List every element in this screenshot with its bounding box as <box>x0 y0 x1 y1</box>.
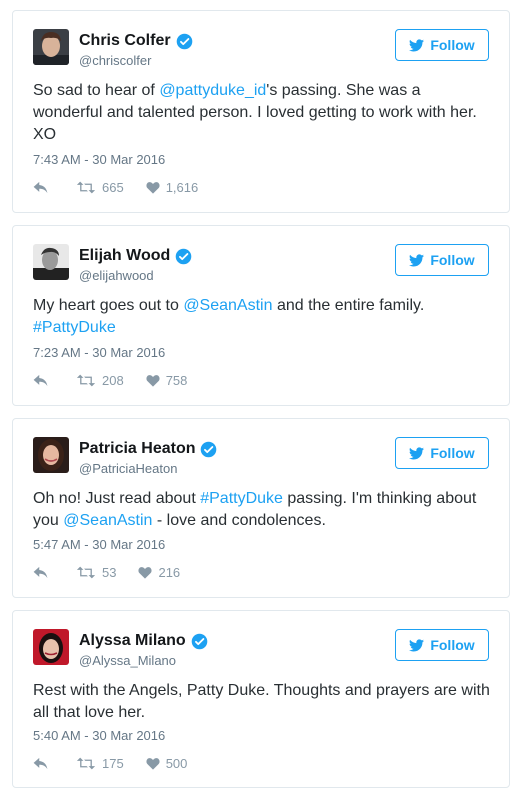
tweet-actions: 53 216 <box>33 565 202 580</box>
like-count: 500 <box>165 756 188 771</box>
reply-button[interactable] <box>33 566 54 579</box>
display-name-text: Alyssa Milano <box>79 632 186 649</box>
follow-button[interactable]: Follow <box>395 29 489 61</box>
like-button[interactable]: 500 <box>146 756 188 771</box>
heart-icon <box>146 758 160 770</box>
twitter-bird-icon <box>409 446 425 459</box>
heart-icon <box>146 375 160 387</box>
avatar[interactable] <box>33 437 69 473</box>
reply-button[interactable] <box>33 374 54 387</box>
retweet-icon <box>76 181 96 194</box>
display-name[interactable]: Patricia Heaton <box>79 440 217 458</box>
mention-link[interactable]: @SeanAstin <box>63 512 152 529</box>
display-name[interactable]: Elijah Wood <box>79 247 192 265</box>
verified-badge-icon <box>175 248 192 264</box>
like-button[interactable]: 216 <box>138 565 180 580</box>
verified-badge-icon <box>201 441 217 457</box>
timestamp[interactable]: 5:47 AM - 30 Mar 2016 <box>33 537 165 552</box>
retweet-icon <box>76 566 96 579</box>
twitter-bird-icon <box>409 253 425 266</box>
tweet-text: So sad to hear of @pattyduke_id's passin… <box>33 82 477 143</box>
avatar[interactable] <box>33 629 69 665</box>
display-name[interactable]: Chris Colfer <box>79 32 193 50</box>
verified-badge-icon <box>191 633 207 649</box>
retweet-count: 175 <box>102 756 124 771</box>
follow-button[interactable]: Follow <box>395 244 489 276</box>
display-name-text: Patricia Heaton <box>79 440 196 457</box>
twitter-bird-icon <box>409 38 425 51</box>
retweet-icon <box>76 757 96 770</box>
avatar[interactable] <box>33 244 69 280</box>
reply-icon <box>33 757 48 770</box>
mention-link[interactable]: @pattyduke_id <box>159 82 266 99</box>
reply-icon <box>33 566 48 579</box>
like-button[interactable]: 1,616 <box>146 180 199 195</box>
follow-button[interactable]: Follow <box>395 629 489 661</box>
follow-button[interactable]: Follow <box>395 437 489 469</box>
follow-label: Follow <box>430 637 475 653</box>
retweet-button[interactable]: 175 <box>76 756 124 771</box>
verified-badge-icon <box>176 33 192 49</box>
follow-label: Follow <box>430 445 475 461</box>
retweet-count: 208 <box>102 373 124 388</box>
heart-icon <box>138 567 153 579</box>
tweet-text: My heart goes out to @SeanAstin and the … <box>33 297 425 336</box>
twitter-bird-icon <box>409 638 425 651</box>
timestamp[interactable]: 5:40 AM - 30 Mar 2016 <box>33 728 165 743</box>
tweet-card: Patricia Heaton @PatriciaHeaton Follow O… <box>12 418 510 598</box>
tweet-card: Chris Colfer @chriscolfer Follow So sad … <box>12 10 510 213</box>
display-name-text: Chris Colfer <box>79 32 171 49</box>
tweet-actions: 665 1,616 <box>33 180 220 195</box>
like-button[interactable]: 758 <box>146 373 188 388</box>
retweet-count: 53 <box>102 565 117 580</box>
heart-icon <box>146 182 160 194</box>
timestamp[interactable]: 7:43 AM - 30 Mar 2016 <box>33 152 165 167</box>
user-handle[interactable]: @elijahwood <box>79 268 154 283</box>
like-count: 216 <box>158 565 181 580</box>
retweet-count: 665 <box>102 180 124 195</box>
reply-icon <box>33 181 48 194</box>
retweet-button[interactable]: 53 <box>76 565 116 580</box>
retweet-button[interactable]: 665 <box>76 180 124 195</box>
tweet-card: Elijah Wood @elijahwood Follow My heart … <box>12 225 510 406</box>
reply-button[interactable] <box>33 757 54 770</box>
mention-link[interactable]: @SeanAstin <box>183 297 272 314</box>
user-handle[interactable]: @PatriciaHeaton <box>79 461 177 476</box>
hashtag-link[interactable]: #PattyDuke <box>200 490 283 507</box>
follow-label: Follow <box>430 37 475 53</box>
user-handle[interactable]: @Alyssa_Milano <box>79 653 176 668</box>
tweet-actions: 208 758 <box>33 373 209 388</box>
like-count: 1,616 <box>165 180 199 195</box>
tweet-card: Alyssa Milano @Alyssa_Milano Follow Rest… <box>12 610 510 788</box>
display-name[interactable]: Alyssa Milano <box>79 632 208 650</box>
user-handle[interactable]: @chriscolfer <box>79 53 151 68</box>
retweet-icon <box>76 374 96 387</box>
display-name-text: Elijah Wood <box>79 247 171 264</box>
like-count: 758 <box>165 373 188 388</box>
timestamp[interactable]: 7:23 AM - 30 Mar 2016 <box>33 345 165 360</box>
tweet-text: Rest with the Angels, Patty Duke. Though… <box>33 682 490 721</box>
tweet-text: Oh no! Just read about #PattyDuke passin… <box>33 490 477 529</box>
tweet-actions: 175 500 <box>33 756 209 771</box>
reply-icon <box>33 374 48 387</box>
hashtag-link[interactable]: #PattyDuke <box>33 319 116 336</box>
reply-button[interactable] <box>33 181 54 194</box>
follow-label: Follow <box>430 252 475 268</box>
avatar[interactable] <box>33 29 69 65</box>
retweet-button[interactable]: 208 <box>76 373 124 388</box>
